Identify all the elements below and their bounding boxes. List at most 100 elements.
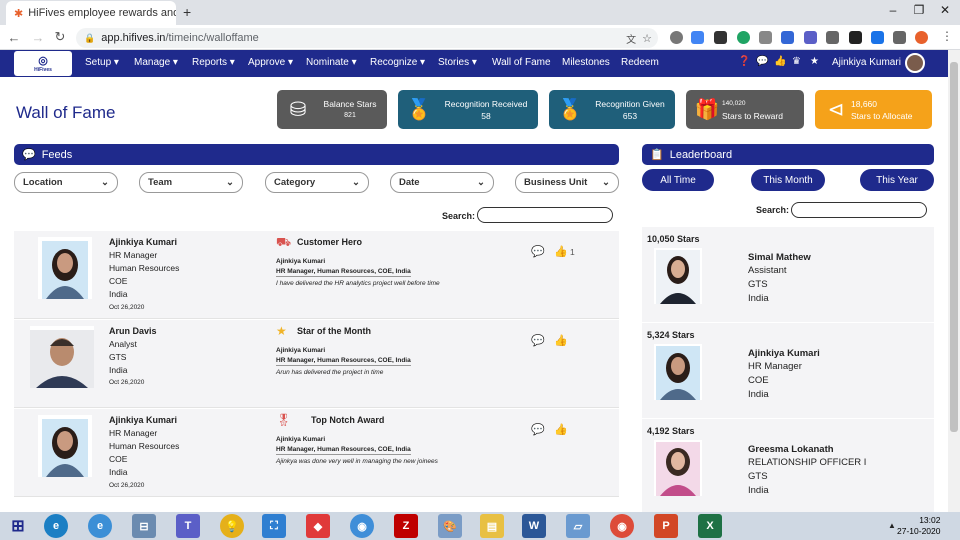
help-icon[interactable]: ❓ [738, 56, 750, 67]
reload-icon[interactable]: ↻ [52, 29, 68, 45]
network-app-icon[interactable]: ⊟ [132, 514, 156, 538]
back-icon[interactable]: ← [6, 29, 22, 45]
leader-name[interactable]: Ajinkiya Kumari [748, 348, 820, 359]
menu-recognize[interactable]: Recognize ▾ [370, 57, 425, 68]
category-filter[interactable]: Category ⌄ [265, 172, 369, 193]
edge-icon[interactable]: e [44, 514, 68, 538]
leader-name[interactable]: Simal Mathew [748, 252, 811, 263]
crown-icon[interactable]: ♛ [792, 56, 801, 67]
chrome-icon[interactable]: ◉ [610, 514, 634, 538]
extension-icon[interactable] [804, 31, 817, 44]
menu-nominate[interactable]: Nominate ▾ [306, 57, 357, 68]
stat-value: 140,020 [722, 99, 746, 107]
anydesk-icon[interactable]: ◆ [306, 514, 330, 538]
chromium-icon[interactable]: ◉ [350, 514, 374, 538]
feed-message: I have delivered the HR analytics projec… [276, 280, 440, 287]
minimize-window-icon[interactable]: – [880, 0, 906, 20]
extension-icon[interactable] [871, 31, 884, 44]
recognition-received-card[interactable]: 🏅 Recognition Received 58 [398, 90, 538, 129]
browser-menu-icon[interactable]: ⋮ [941, 29, 953, 43]
menu-approve[interactable]: Approve ▾ [248, 57, 293, 68]
like-icon[interactable]: 👍 [554, 245, 568, 258]
clock-date: 27-10-2020 [897, 526, 941, 536]
extension-icon[interactable] [737, 31, 750, 44]
extension-icon[interactable] [781, 31, 794, 44]
employee-name[interactable]: Arun Davis [109, 326, 157, 336]
comment-icon[interactable]: 💬 [531, 245, 545, 258]
menu-wall-of-fame[interactable]: Wall of Fame [492, 57, 551, 68]
translate-icon[interactable]: 文 [626, 31, 636, 46]
word-icon[interactable]: W [522, 514, 546, 538]
extension-icon[interactable] [714, 31, 727, 44]
employee-name[interactable]: Ajinkiya Kumari [109, 237, 177, 247]
leader-role: RELATIONSHIP OFFICER I [748, 457, 867, 468]
comment-icon[interactable]: 💬 [531, 334, 545, 347]
extension-icon[interactable] [691, 31, 704, 44]
forward-icon[interactable]: → [30, 29, 46, 45]
system-tray-arrow-icon[interactable]: ▲ [888, 521, 896, 530]
comment-icon[interactable]: 💬 [531, 423, 545, 436]
extension-icon[interactable] [826, 31, 839, 44]
profile-icon[interactable] [915, 31, 928, 44]
date-filter[interactable]: Date ⌄ [390, 172, 494, 193]
new-tab-button[interactable]: + [183, 4, 191, 20]
paint-icon[interactable]: 🎨 [438, 514, 462, 538]
url-field[interactable]: 🔒 app.hifives.in/timeinc/walloffame 文 ☆ [76, 28, 658, 48]
tips-icon[interactable]: 💡 [220, 514, 244, 538]
hifives-logo[interactable]: ◎ HiFives [14, 51, 72, 76]
tab-this-year[interactable]: This Year [860, 169, 934, 191]
leader-dept: COE [748, 375, 769, 386]
screen-capture-icon[interactable]: ⛶ [262, 514, 286, 538]
feed-search-input[interactable] [477, 207, 613, 223]
user-avatar[interactable] [905, 53, 925, 73]
leaderboard-search-input[interactable] [791, 202, 927, 218]
team-filter[interactable]: Team ⌄ [139, 172, 243, 193]
chevron-down-icon: ⌄ [477, 177, 485, 188]
balance-stars-card[interactable]: ⛁ Balance Stars 821 [277, 90, 387, 129]
feed-date: Oct 26,2020 [109, 304, 145, 311]
business-unit-filter[interactable]: Business Unit ⌄ [515, 172, 619, 193]
browser-tab[interactable]: ✱ HiFives employee rewards and re ✕ [6, 1, 176, 25]
like-icon[interactable]: 👍 [554, 423, 568, 436]
close-window-icon[interactable]: ✕ [932, 0, 958, 20]
ie-icon[interactable]: e [88, 514, 112, 538]
notes-icon[interactable]: ▱ [566, 514, 590, 538]
powerpoint-icon[interactable]: P [654, 514, 678, 538]
leader-name[interactable]: Greesma Lokanath [748, 444, 834, 455]
puzzle-icon[interactable] [893, 31, 906, 44]
restore-window-icon[interactable]: ❐ [906, 0, 932, 20]
menu-reports[interactable]: Reports ▾ [192, 57, 235, 68]
extension-icon[interactable] [759, 31, 772, 44]
tab-all-time[interactable]: All Time [642, 169, 714, 191]
menu-manage[interactable]: Manage ▾ [134, 57, 178, 68]
like-icon[interactable]: 👍 [554, 334, 568, 347]
menu-stories[interactable]: Stories ▾ [438, 57, 477, 68]
filezilla-icon[interactable]: Z [394, 514, 418, 538]
menu-setup[interactable]: Setup ▾ [85, 57, 119, 68]
hifives-favicon-icon: ✱ [14, 7, 24, 20]
thumbs-up-icon[interactable]: 👍 [774, 56, 786, 67]
windows-start-icon[interactable]: ⊞ [6, 514, 30, 538]
employee-name[interactable]: Ajinkiya Kumari [109, 415, 177, 425]
stars-to-reward-card[interactable]: 🎁 140,020 Stars to Reward [686, 90, 804, 129]
bookmark-star-icon[interactable]: ☆ [642, 32, 652, 45]
extension-icon[interactable] [670, 31, 683, 44]
tab-this-month[interactable]: This Month [751, 169, 825, 191]
excel-icon[interactable]: X [698, 514, 722, 538]
stars-to-allocate-card[interactable]: ⊲ 18,660 Stars to Allocate [815, 90, 932, 129]
system-clock[interactable]: 13:02 27-10-2020 [897, 515, 940, 537]
user-name[interactable]: Ajinkiya Kumari [832, 57, 901, 68]
extension-icon[interactable] [849, 31, 862, 44]
stat-label: Balance Stars [323, 98, 377, 109]
file-explorer-icon[interactable]: ▤ [480, 514, 504, 538]
leader-country: India [748, 389, 769, 400]
menu-redeem[interactable]: Redeem [621, 57, 659, 68]
teams-icon[interactable]: T [176, 514, 200, 538]
location-filter[interactable]: Location ⌄ [14, 172, 118, 193]
star-icon[interactable]: ★ [810, 56, 819, 67]
recognition-given-card[interactable]: 🏅 Recognition Given 653 [549, 90, 675, 129]
scrollbar-thumb[interactable] [950, 62, 958, 432]
menu-milestones[interactable]: Milestones [562, 57, 610, 68]
chat-icon[interactable]: 💬 [756, 56, 768, 67]
feed-item: Ajinkiya Kumari HR Manager Human Resourc… [14, 231, 619, 319]
